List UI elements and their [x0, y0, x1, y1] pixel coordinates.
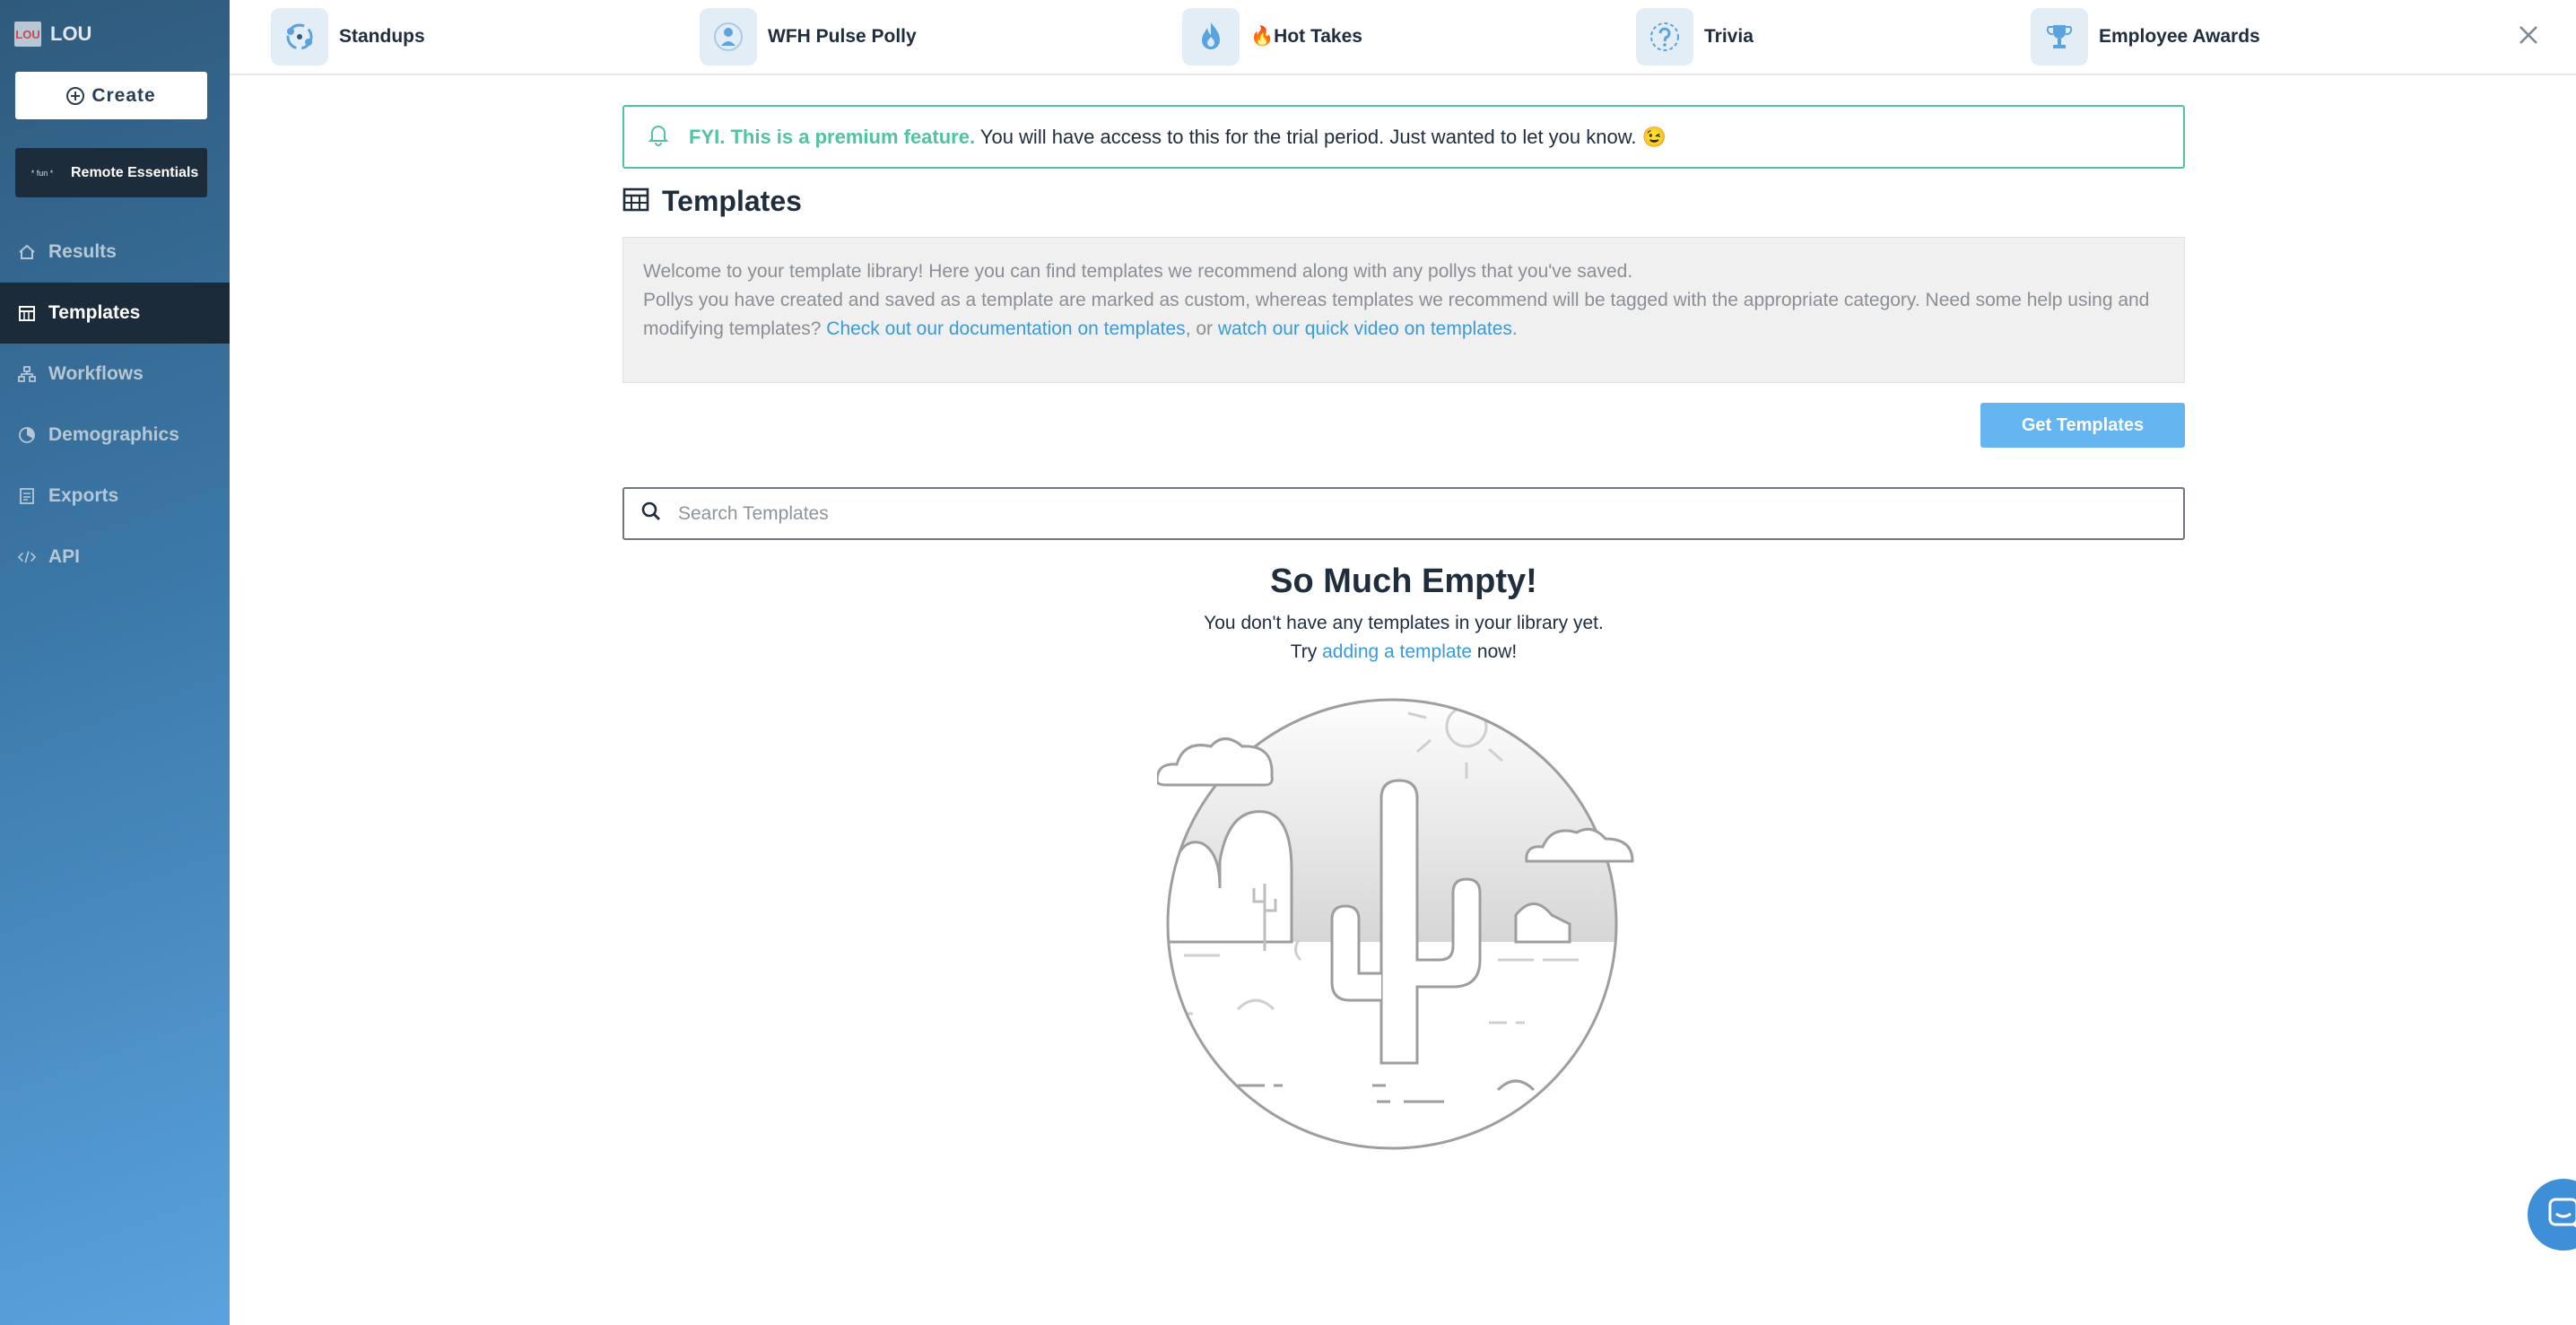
sidebar-item-label: API	[48, 546, 81, 567]
info-paragraph: Pollys you have created and saved as a t…	[643, 286, 2164, 344]
category-trivia[interactable]: Trivia	[1636, 7, 1754, 66]
trophy-icon	[2031, 8, 2088, 65]
remote-essentials-label: Remote Essentials	[71, 164, 199, 180]
category-standups[interactable]: Standups	[271, 7, 425, 66]
sidebar-nav: Results Templates Workflows Demographics…	[0, 222, 230, 588]
sidebar-item-demographics[interactable]: Demographics	[0, 405, 230, 466]
empty-state-title: So Much Empty!	[1270, 562, 1537, 600]
documentation-link[interactable]: Check out our documentation on templates	[826, 318, 1185, 339]
template-category-bar: Standups WFH Pulse Polly 🔥Hot Takes Triv…	[230, 0, 2576, 75]
info-line: Welcome to your template library! Here y…	[643, 261, 1633, 282]
create-button[interactable]: Create	[15, 72, 207, 119]
sidebar-item-templates[interactable]: Templates	[0, 283, 230, 344]
search-bar	[622, 487, 2185, 540]
workflow-icon	[18, 365, 36, 383]
create-label: Create	[91, 84, 156, 106]
org-name: LOU	[50, 22, 92, 45]
get-templates-button[interactable]: Get Templates	[1980, 403, 2185, 448]
info-separator: , or	[1185, 318, 1218, 339]
video-link[interactable]: watch our quick video on templates	[1218, 318, 1512, 339]
page-header: Templates	[622, 185, 802, 218]
chat-launcher-button[interactable]	[2528, 1179, 2576, 1251]
banner-text: You will have access to this for the tri…	[975, 125, 1667, 148]
sidebar-item-results[interactable]: Results	[0, 222, 230, 283]
sidebar-item-label: Results	[48, 241, 117, 262]
chat-icon	[2546, 1196, 2576, 1234]
search-input[interactable]	[678, 502, 2113, 525]
sidebar: LOU LOU Create * fun * Remote Essentials…	[0, 0, 230, 1325]
add-template-link[interactable]: adding a template	[1322, 641, 1472, 662]
question-icon	[1636, 8, 1693, 65]
remote-essentials-logo: * fun *	[30, 168, 54, 178]
empty-state-cta: Try adding a template now!	[622, 641, 2185, 663]
sidebar-item-label: Workflows	[48, 363, 144, 384]
sidebar-item-label: Demographics	[48, 424, 179, 445]
banner-strong: FYI. This is a premium feature.	[689, 125, 976, 148]
category-label: Standups	[339, 26, 425, 47]
category-label: 🔥Hot Takes	[1250, 26, 1362, 47]
template-info-box: Welcome to your template library! Here y…	[622, 237, 2185, 383]
sidebar-item-api[interactable]: API	[0, 527, 230, 588]
category-label: Employee Awards	[2099, 26, 2260, 47]
category-hot-takes[interactable]: 🔥Hot Takes	[1182, 7, 1362, 66]
flame-icon	[1182, 8, 1240, 65]
page-title: Templates	[662, 185, 802, 217]
calendar-icon	[18, 304, 36, 322]
org-logo: LOU	[14, 22, 41, 47]
sidebar-item-workflows[interactable]: Workflows	[0, 344, 230, 405]
info-end: .	[1511, 318, 1518, 339]
demographics-icon	[18, 426, 36, 444]
close-icon[interactable]	[2515, 22, 2542, 48]
document-icon	[18, 487, 36, 505]
org-switcher[interactable]: LOU LOU	[14, 22, 91, 47]
plus-circle-icon	[66, 86, 85, 105]
cta-prefix: Try	[1290, 641, 1323, 662]
sidebar-item-label: Templates	[48, 302, 141, 323]
sidebar-item-label: Exports	[48, 485, 119, 506]
empty-state-message: You don't have any templates in your lib…	[1204, 613, 1604, 633]
standups-icon	[271, 8, 328, 65]
home-icon	[18, 243, 36, 261]
banner-message: FYI. This is a premium feature. You will…	[689, 126, 1667, 149]
category-wfh-pulse-polly[interactable]: WFH Pulse Polly	[700, 7, 917, 66]
cta-suffix: now!	[1472, 641, 1518, 662]
category-label: WFH Pulse Polly	[768, 26, 917, 47]
calendar-icon	[622, 186, 649, 217]
remote-essentials-button[interactable]: * fun * Remote Essentials	[15, 148, 207, 197]
sidebar-item-exports[interactable]: Exports	[0, 466, 230, 527]
category-employee-awards[interactable]: Employee Awards	[2031, 7, 2260, 66]
premium-feature-banner: FYI. This is a premium feature. You will…	[622, 105, 2185, 169]
code-icon	[18, 548, 36, 566]
category-label: Trivia	[1704, 26, 1754, 47]
search-icon	[640, 501, 662, 527]
bell-icon	[646, 122, 671, 152]
person-icon	[700, 8, 757, 65]
empty-desert-illustration	[1155, 691, 1650, 1157]
